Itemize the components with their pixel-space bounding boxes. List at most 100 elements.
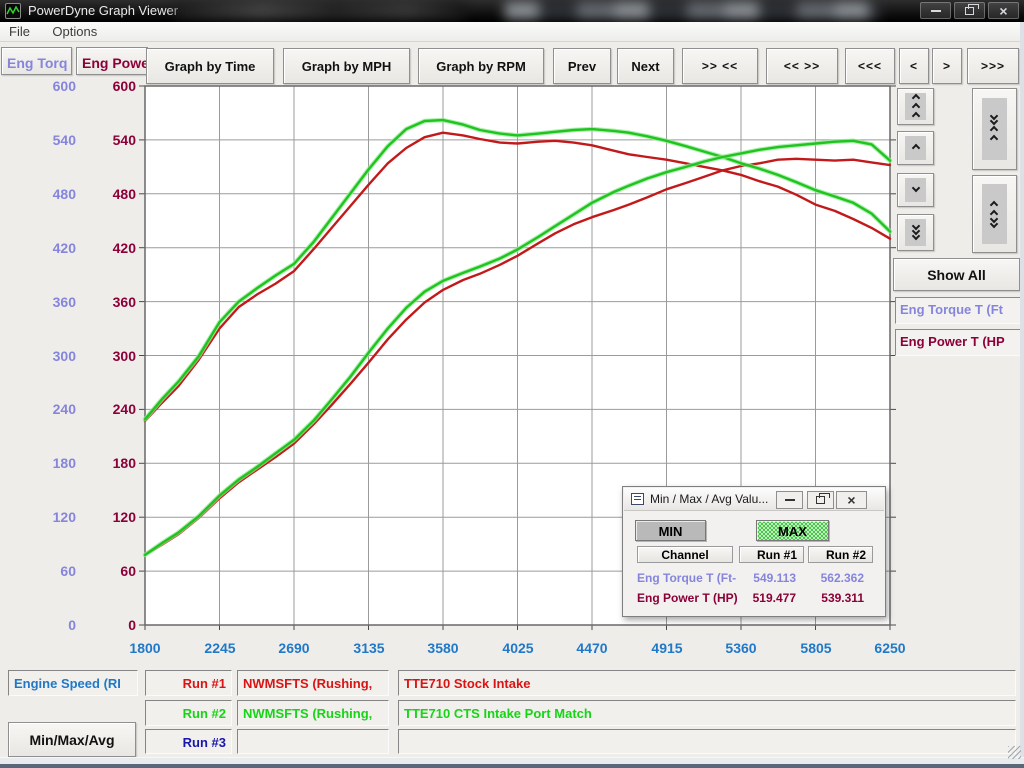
- rpm-axis-tick-label: 5360: [711, 640, 771, 656]
- power-axis-tick-label: 600: [90, 78, 136, 94]
- pan-right-button[interactable]: >: [932, 48, 962, 84]
- torque-axis-tick-label: 240: [30, 401, 76, 417]
- torque-axis-tick-label: 300: [30, 348, 76, 364]
- minimize-button[interactable]: [920, 2, 951, 19]
- torque-axis-tick-label: 180: [30, 455, 76, 471]
- run2-label[interactable]: Run #2: [145, 700, 232, 726]
- power-axis-tab[interactable]: Eng Powe: [76, 47, 148, 75]
- torque-axis-tick-label: 480: [30, 186, 76, 202]
- scale-down-fast-button[interactable]: [897, 214, 934, 251]
- chevron-up-icon: [990, 126, 998, 134]
- chevron-up-icon: [990, 135, 998, 143]
- column-header-channel: Channel: [637, 546, 733, 563]
- torque-axis-tick-label: 600: [30, 78, 76, 94]
- column-header-run1: Run #1: [739, 546, 804, 563]
- run1-description-field[interactable]: TTE710 Stock Intake: [398, 670, 1016, 696]
- table-cell-power-run1-max: 519.477: [740, 591, 796, 605]
- pan-right-fast-button[interactable]: >>>: [967, 48, 1019, 84]
- torque-axis-tick-label: 360: [30, 294, 76, 310]
- scale-down-button[interactable]: [897, 173, 934, 207]
- power-axis-tick-label: 60: [90, 563, 136, 579]
- rpm-axis-tick-label: 5805: [786, 640, 846, 656]
- chevron-up-icon: [911, 112, 919, 120]
- torque-axis-tick-label: 540: [30, 132, 76, 148]
- chevron-up-icon: [911, 144, 919, 152]
- collapse-y-range-button[interactable]: [972, 88, 1017, 170]
- power-axis-tick-label: 360: [90, 294, 136, 310]
- window-title: PowerDyne Graph Viewer: [28, 3, 178, 18]
- power-axis-tick-label: 0: [90, 617, 136, 633]
- menubar: File Options: [0, 22, 1024, 42]
- chevron-down-icon: [911, 232, 919, 240]
- run1-operator-field[interactable]: NWMSFTS (Rushing,: [237, 670, 389, 696]
- rpm-axis-tick-label: 2245: [190, 640, 250, 656]
- rpm-axis-tick-label: 2690: [264, 640, 324, 656]
- run3-description-field[interactable]: [398, 729, 1016, 754]
- pan-left-button[interactable]: <: [899, 48, 929, 84]
- rpm-axis-tick-label: 3135: [339, 640, 399, 656]
- minmax-avg-button[interactable]: Min/Max/Avg: [8, 722, 136, 757]
- show-all-button[interactable]: Show All: [893, 258, 1020, 291]
- window-frame-right: [1020, 22, 1024, 757]
- minmax-restore-button[interactable]: [807, 491, 834, 509]
- minmax-close-button[interactable]: ×: [836, 491, 867, 509]
- rpm-axis-tick-label: 4470: [562, 640, 622, 656]
- power-axis-tick-label: 540: [90, 132, 136, 148]
- torque-channel-label[interactable]: Eng Torque T (Ft: [895, 297, 1022, 324]
- titlebar[interactable]: PowerDyne Graph Viewer ×: [0, 0, 1024, 22]
- power-channel-label[interactable]: Eng Power T (HP: [895, 329, 1022, 356]
- chevron-down-icon: [990, 117, 998, 125]
- torque-axis-tab[interactable]: Eng Torq: [1, 47, 72, 75]
- rpm-axis-tick-label: 4025: [488, 640, 548, 656]
- torque-axis-tick-label: 0: [30, 617, 76, 633]
- minimize-icon: [931, 10, 941, 12]
- power-axis-tick-label: 240: [90, 401, 136, 417]
- minimize-icon: [785, 499, 795, 501]
- close-icon: ×: [847, 493, 855, 507]
- resize-grip-icon[interactable]: [1008, 746, 1021, 759]
- restore-icon: [816, 496, 825, 504]
- torque-axis-tick-label: 420: [30, 240, 76, 256]
- power-axis-tick-label: 180: [90, 455, 136, 471]
- close-icon: ×: [999, 4, 1007, 18]
- rpm-axis-tick-label: 6250: [860, 640, 920, 656]
- scale-up-button[interactable]: [897, 131, 934, 165]
- app-icon: [5, 3, 21, 19]
- rpm-axis-tick-label: 4915: [637, 640, 697, 656]
- x-channel-label: Engine Speed (RI: [8, 670, 138, 696]
- chevron-up-icon: [990, 201, 998, 209]
- scale-up-fast-button[interactable]: [897, 88, 934, 125]
- chevron-down-icon: [990, 220, 998, 228]
- minmax-minimize-button[interactable]: [776, 491, 803, 509]
- chevron-up-icon: [911, 103, 919, 111]
- menu-file[interactable]: File: [0, 22, 39, 41]
- window-frame-bottom: [0, 757, 1024, 768]
- restore-button[interactable]: [954, 2, 985, 19]
- table-cell-torque-run2-max: 562.362: [808, 571, 864, 585]
- chevron-down-icon: [911, 184, 919, 192]
- torque-axis-tick-label: 120: [30, 509, 76, 525]
- minmax-window-icon: [631, 493, 644, 505]
- run3-label[interactable]: Run #3: [145, 729, 232, 754]
- power-axis-tick-label: 420: [90, 240, 136, 256]
- chevron-up-icon: [911, 94, 919, 102]
- expand-y-range-button[interactable]: [972, 175, 1017, 253]
- menu-options[interactable]: Options: [43, 22, 106, 41]
- table-cell-power-channel: Eng Power T (HP): [637, 591, 737, 605]
- minmax-window-title: Min / Max / Avg Valu...: [650, 492, 775, 506]
- torque-axis-tick-label: 60: [30, 563, 76, 579]
- run1-label[interactable]: Run #1: [145, 670, 232, 696]
- minmax-titlebar[interactable]: Min / Max / Avg Valu... ×: [624, 488, 884, 511]
- close-button[interactable]: ×: [988, 2, 1019, 19]
- min-toggle-button[interactable]: MIN: [635, 520, 706, 541]
- table-cell-power-run2-max: 539.311: [808, 591, 864, 605]
- window-controls: ×: [920, 2, 1019, 19]
- run2-operator-field[interactable]: NWMSFTS (Rushing,: [237, 700, 389, 726]
- table-cell-torque-run1-max: 549.113: [740, 571, 796, 585]
- max-toggle-button[interactable]: MAX: [756, 520, 829, 541]
- run2-description-field[interactable]: TTE710 CTS Intake Port Match: [398, 700, 1016, 726]
- run3-operator-field[interactable]: [237, 729, 389, 754]
- restore-icon: [965, 7, 974, 15]
- rpm-axis-tick-label: 3580: [413, 640, 473, 656]
- table-cell-torque-channel: Eng Torque T (Ft-: [637, 571, 737, 585]
